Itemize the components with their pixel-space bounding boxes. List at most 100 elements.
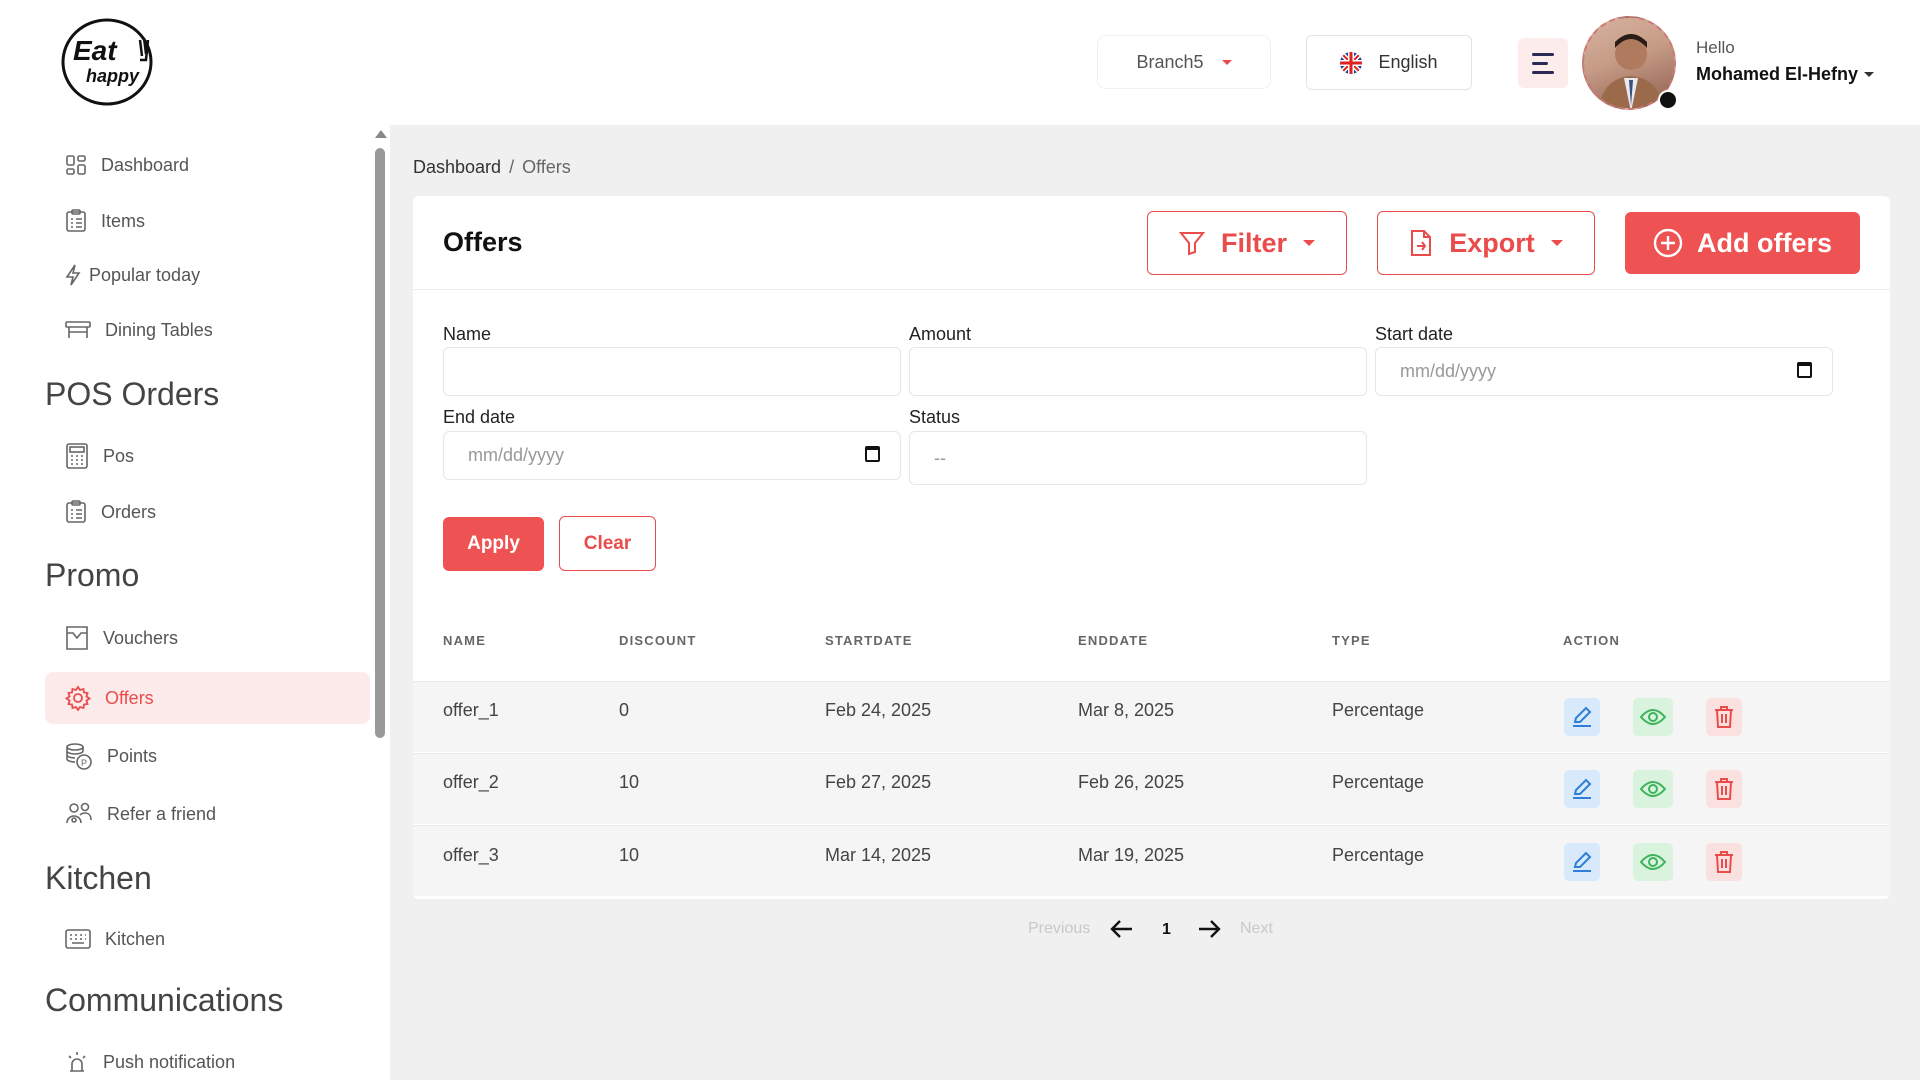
list-icon [66,500,86,523]
sidebar-scrollbar[interactable] [375,148,385,738]
breadcrumb: Dashboard / Offers [413,157,571,178]
sidebar-item-orders[interactable]: Orders [45,487,370,537]
section-title-kitchen: Kitchen [45,860,152,896]
end-date-label: End date [443,407,516,427]
uk-flag-icon [1340,51,1363,74]
chevron-down-icon [1303,240,1315,246]
sidebar-item-kitchen[interactable]: Kitchen [45,914,370,964]
branch-selector[interactable]: Branch5 [1098,36,1270,88]
chevron-down-icon [1550,240,1563,246]
keyboard-icon [65,929,91,949]
sidebar-item-label: Dining Tables [105,319,213,340]
edit-avatar-icon[interactable] [1658,90,1678,110]
export-button[interactable]: Export [1377,211,1595,275]
eat-happy-logo[interactable]: Eat happy [56,16,158,108]
sidebar-item-refer-a-friend[interactable]: Refer a friend [45,789,370,839]
gear-icon [65,685,91,711]
name-input[interactable] [443,347,901,396]
sidebar-item-popular-today[interactable]: Popular today [45,250,370,300]
menu-toggle-button[interactable] [1518,38,1568,88]
voucher-icon [66,626,88,650]
end-date-input[interactable]: mm/dd/yyyy [443,431,901,480]
alarm-icon [68,1052,86,1072]
cell-name: offer_1 [443,700,499,720]
sidebar-item-label: Refer a friend [107,803,217,824]
cell-enddate: Mar 8, 2025 [1078,700,1175,720]
plus-circle-icon [1653,228,1683,258]
delete-button[interactable] [1706,698,1742,736]
pagination-page[interactable]: 1 [1162,921,1171,939]
scroll-up-arrow-icon[interactable] [375,130,387,138]
arrow-right-icon[interactable] [1197,918,1221,945]
sidebar-item-label: Pos [103,445,135,466]
language-label: English [1378,52,1438,72]
sidebar-item-label: Popular today [89,264,201,285]
sidebar-item-label: Items [101,210,146,231]
user-avatar[interactable] [1582,16,1680,110]
pagination-next[interactable]: Next [1240,920,1273,938]
sidebar-item-points[interactable]: P Points [45,731,370,781]
sidebar-item-label: Dashboard [101,154,190,175]
sidebar-item-push-notification[interactable]: Push notification [45,1037,370,1080]
filter-label: Filter [1220,227,1287,258]
export-label: Export [1449,227,1535,258]
sidebar-item-offers[interactable]: Offers [45,672,370,724]
start-date-input[interactable]: mm/dd/yyyy [1375,347,1833,396]
sidebar-item-items[interactable]: Items [45,196,370,246]
view-button[interactable] [1633,698,1673,736]
cell-name: offer_3 [443,845,499,865]
section-title-communications: Communications [45,982,284,1018]
trash-icon [1715,778,1733,800]
language-selector[interactable]: English [1306,35,1472,90]
column-header-type: TYPE [1332,633,1371,648]
pencil-icon [1573,851,1592,872]
apply-button[interactable]: Apply [443,517,544,571]
edit-button[interactable] [1564,843,1600,881]
svg-text:P: P [81,758,87,768]
user-menu[interactable]: Mohamed El-Hefny [1696,64,1875,85]
status-select[interactable]: -- [909,431,1367,485]
pagination-previous[interactable]: Previous [1028,920,1090,938]
pencil-icon [1573,706,1592,727]
delete-button[interactable] [1706,770,1742,808]
section-title-promo: Promo [45,557,140,593]
svg-text:Eat: Eat [73,35,118,66]
start-date-placeholder: mm/dd/yyyy [1400,361,1497,381]
delete-button[interactable] [1706,843,1742,881]
edit-button[interactable] [1564,770,1600,808]
sidebar-item-label: Vouchers [103,627,179,648]
sidebar-item-label: Push notification [103,1051,236,1072]
calendar-icon[interactable] [865,446,880,462]
cell-enddate: Mar 19, 2025 [1078,845,1185,865]
sidebar-item-dining-tables[interactable]: Dining Tables [45,305,370,355]
sidebar-item-dashboard[interactable]: Dashboard [45,140,370,190]
view-button[interactable] [1633,770,1673,808]
cell-discount: 10 [619,845,640,865]
chevron-down-icon [1864,72,1875,77]
view-button[interactable] [1633,843,1673,881]
arrow-left-icon[interactable] [1110,918,1134,945]
sidebar-item-label: Points [107,745,158,766]
hamburger-icon [1532,52,1554,56]
top-bar: Eat happy Branch5 English Hello Mohamed … [0,0,1920,125]
sidebar-item-pos[interactable]: Pos [45,431,370,481]
add-offers-button[interactable]: Add offers [1625,212,1860,274]
cell-name: offer_2 [443,772,499,792]
dashboard-icon [66,155,86,175]
column-header-discount: DISCOUNT [619,633,697,648]
cell-discount: 0 [619,700,630,720]
sidebar-item-vouchers[interactable]: Vouchers [45,613,370,663]
column-header-enddate: ENDDATE [1078,633,1149,648]
breadcrumb-dashboard-link[interactable]: Dashboard [413,157,501,177]
cell-enddate: Feb 26, 2025 [1078,772,1185,792]
hamburger-line [1532,70,1554,74]
export-file-icon [1411,230,1432,256]
edit-button[interactable] [1564,698,1600,736]
add-offers-label: Add offers [1697,227,1832,258]
chevron-down-icon [1221,59,1232,65]
status-label: Status [909,407,961,427]
calendar-icon[interactable] [1797,362,1812,378]
clear-button[interactable]: Clear [559,516,656,571]
filter-button[interactable]: Filter [1147,211,1347,275]
amount-input[interactable] [909,347,1367,396]
